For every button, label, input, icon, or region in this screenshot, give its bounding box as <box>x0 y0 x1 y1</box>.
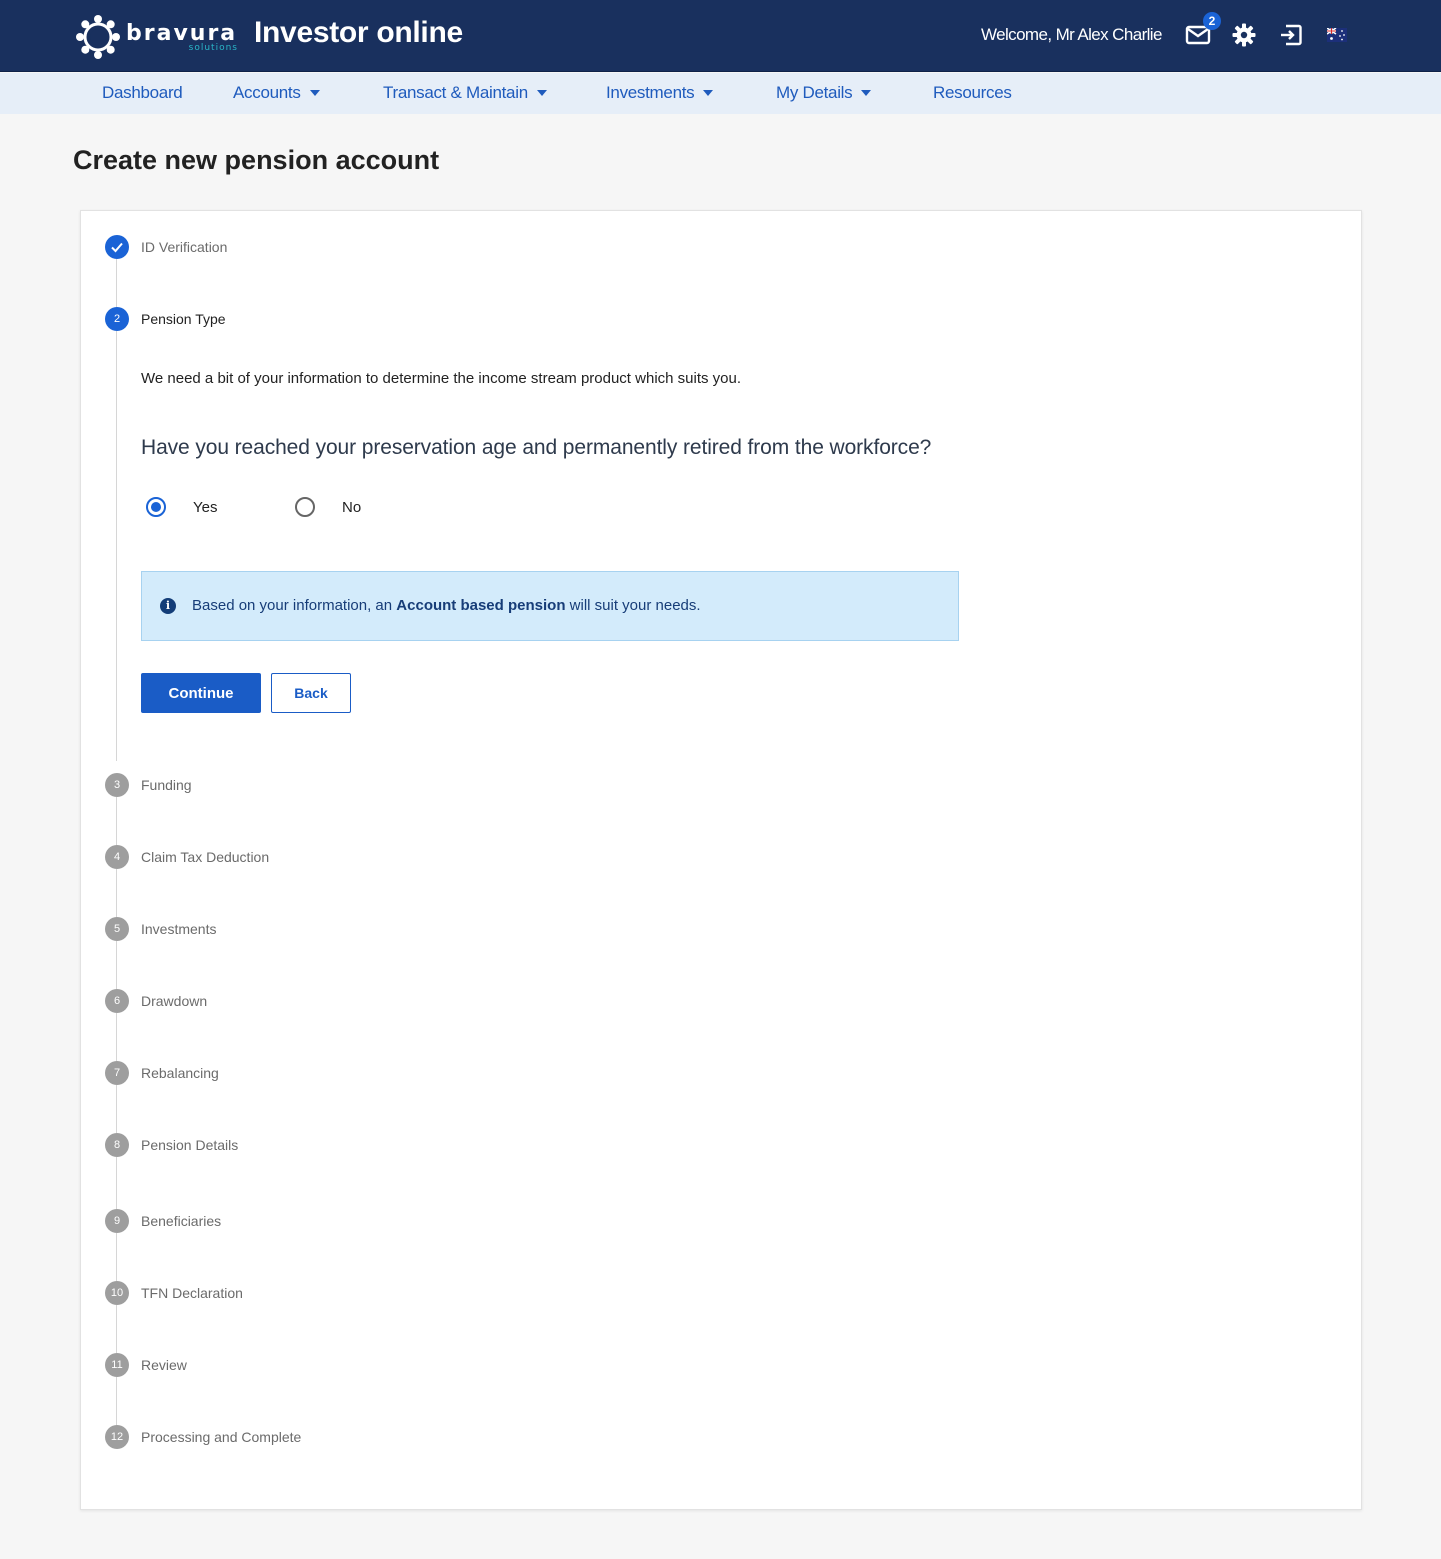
logo-wordmark: bravura solutions <box>126 17 238 57</box>
step-label-drawdown: Drawdown <box>141 993 208 1009</box>
recommendation-info-box: i Based on your information, an Account … <box>141 571 959 641</box>
nav-transact-label: Transact & Maintain <box>383 83 528 102</box>
step-3-indicator: 3 <box>105 773 129 797</box>
welcome-message: Welcome, Mr Alex Charlie <box>981 25 1162 44</box>
step-label-beneficiaries: Beneficiaries <box>141 1213 222 1229</box>
nav-dashboard-label: Dashboard <box>102 83 183 102</box>
nav-resources[interactable]: Resources <box>933 83 1012 103</box>
step-connector <box>116 1085 117 1133</box>
step-connector <box>116 1377 117 1425</box>
step-label-tfn-declaration: TFN Declaration <box>141 1285 243 1301</box>
step-12-indicator: 12 <box>105 1425 129 1449</box>
step-connector <box>116 941 117 989</box>
nav-my-details[interactable]: My Details <box>776 83 872 103</box>
step-label-rebalancing: Rebalancing <box>141 1065 219 1081</box>
step-label-review: Review <box>141 1357 187 1373</box>
caret-down-icon <box>536 89 547 96</box>
step-connector <box>116 1305 117 1353</box>
step-label-investments: Investments <box>141 921 217 937</box>
radio-no-label[interactable]: No <box>342 499 361 516</box>
step-label-pension-type: Pension Type <box>141 311 226 327</box>
logout-icon[interactable] <box>1278 22 1304 48</box>
nav-investments-label: Investments <box>606 83 695 102</box>
bravura-logo[interactable]: bravura solutions <box>74 12 238 62</box>
nav-accounts-label: Accounts <box>233 83 301 102</box>
step-4-indicator: 4 <box>105 845 129 869</box>
info-prefix: Based on your information, an <box>192 597 397 614</box>
nav-dashboard[interactable]: Dashboard <box>102 83 183 103</box>
logo-subtitle: solutions <box>188 43 238 53</box>
step-label-id-verification[interactable]: ID Verification <box>141 239 227 255</box>
step-label-pension-details: Pension Details <box>141 1137 239 1153</box>
step-9-indicator: 9 <box>105 1209 129 1233</box>
gear-icon[interactable] <box>1231 22 1257 48</box>
app-title: Investor online <box>254 16 463 49</box>
step-label-processing-complete: Processing and Complete <box>141 1429 302 1445</box>
caret-down-icon <box>703 89 714 96</box>
step-connector <box>116 797 117 845</box>
info-icon: i <box>160 598 176 614</box>
continue-button[interactable]: Continue <box>141 673 261 713</box>
step-connector <box>116 1233 117 1281</box>
step-7-indicator: 7 <box>105 1061 129 1085</box>
nav-my-details-label: My Details <box>776 83 853 102</box>
step-6-indicator: 6 <box>105 989 129 1013</box>
step-8-indicator: 8 <box>105 1133 129 1157</box>
main-nav: Dashboard Accounts Transact & Maintain I… <box>0 73 1441 114</box>
info-suffix: will suit your needs. <box>565 597 701 614</box>
nav-accounts[interactable]: Accounts <box>233 83 320 103</box>
step-connector <box>116 869 117 917</box>
nav-resources-label: Resources <box>933 83 1012 102</box>
recommendation-text: Based on your information, an Account ba… <box>192 597 701 614</box>
radio-yes-label[interactable]: Yes <box>193 499 217 516</box>
step-1-check-icon <box>105 235 129 259</box>
step-2-indicator: 2 <box>105 307 129 331</box>
step-label-funding: Funding <box>141 777 192 793</box>
top-header: bravura solutions Investor online Welcom… <box>0 0 1441 72</box>
step-connector <box>116 1013 117 1061</box>
caret-down-icon <box>309 89 320 96</box>
step-connector <box>116 259 117 307</box>
step-label-claim-tax-deduction: Claim Tax Deduction <box>141 849 270 865</box>
intro-text: We need a bit of your information to det… <box>141 370 742 387</box>
step-5-indicator: 5 <box>105 917 129 941</box>
step-connector <box>116 1157 117 1209</box>
caret-down-icon <box>861 89 872 96</box>
retirement-question: Have you reached your preservation age a… <box>141 436 932 459</box>
radio-yes[interactable] <box>146 497 166 517</box>
page-title: Create new pension account <box>73 145 440 175</box>
logo-gear-icon <box>76 15 120 59</box>
wizard-card <box>80 210 1362 1510</box>
step-connector <box>116 331 117 761</box>
back-button[interactable]: Back <box>271 673 351 713</box>
nav-transact-maintain[interactable]: Transact & Maintain <box>383 83 547 103</box>
nav-investments[interactable]: Investments <box>606 83 714 103</box>
mail-count-badge: 2 <box>1203 12 1221 30</box>
step-10-indicator: 10 <box>105 1281 129 1305</box>
australia-flag-icon[interactable] <box>1327 28 1347 42</box>
recommended-product: Account based pension <box>396 597 566 614</box>
radio-no[interactable] <box>295 497 315 517</box>
step-11-indicator: 11 <box>105 1353 129 1377</box>
